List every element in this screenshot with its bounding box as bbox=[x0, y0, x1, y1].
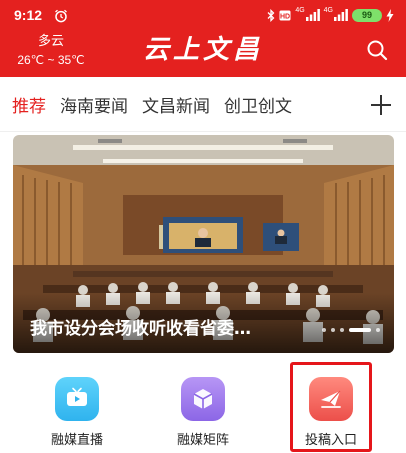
network-label: 4G bbox=[295, 7, 305, 14]
weather-temperature: 26℃ ~ 35℃ bbox=[17, 53, 85, 67]
hd-icon: HD bbox=[279, 10, 291, 21]
channel-tabs: 推荐 海南要闻 文昌新闻 创卫创文 bbox=[0, 77, 406, 132]
battery-icon: 99 bbox=[352, 8, 382, 22]
add-channel-icon[interactable] bbox=[370, 94, 392, 116]
tab-wenchang-news[interactable]: 文昌新闻 bbox=[142, 92, 210, 117]
signal-icon bbox=[305, 9, 320, 21]
shortcut-live-label: 融媒直播 bbox=[50, 433, 103, 448]
app-header: 9:12 HD 4G 4G 99 多云 26℃ ~ 35℃ 云上文昌 bbox=[0, 0, 406, 77]
banner-caption: 我市设分会场收听收看省委… bbox=[30, 319, 251, 339]
carousel-dot bbox=[322, 328, 326, 332]
bluetooth-icon bbox=[267, 8, 275, 22]
signal-icon bbox=[334, 9, 348, 21]
carousel-dot bbox=[340, 328, 344, 332]
carousel-indicator bbox=[322, 328, 380, 332]
search-icon[interactable] bbox=[366, 39, 388, 61]
tab-row: 推荐 海南要闻 文昌新闻 创卫创文 bbox=[12, 77, 358, 132]
charging-icon bbox=[386, 8, 394, 22]
highlight-annotation bbox=[290, 362, 372, 452]
tv-icon bbox=[55, 377, 99, 421]
carousel-dot-active bbox=[349, 328, 371, 332]
news-banner[interactable]: 我市设分会场收听收看省委… bbox=[13, 135, 394, 353]
status-time: 9:12 bbox=[14, 7, 43, 23]
tab-civilization[interactable]: 创卫创文 bbox=[224, 92, 292, 117]
tab-recommend[interactable]: 推荐 bbox=[12, 92, 46, 117]
carousel-dot bbox=[376, 328, 380, 332]
tab-hainan-news[interactable]: 海南要闻 bbox=[60, 92, 128, 117]
carousel-dot bbox=[331, 328, 335, 332]
app-logo: 云上文昌 bbox=[142, 35, 263, 65]
status-icons: HD 4G 4G 99 bbox=[267, 7, 394, 23]
alarm-icon bbox=[54, 8, 68, 23]
status-bar: 9:12 HD 4G 4G 99 bbox=[0, 0, 406, 32]
weather-condition: 多云 bbox=[37, 33, 64, 48]
weather-widget[interactable]: 多云 26℃ ~ 35℃ bbox=[6, 33, 96, 69]
network-label-2: 4G bbox=[323, 7, 333, 14]
shortcut-matrix-label: 融媒矩阵 bbox=[176, 433, 229, 448]
cube-icon bbox=[181, 377, 225, 421]
svg-text:HD: HD bbox=[280, 13, 290, 20]
